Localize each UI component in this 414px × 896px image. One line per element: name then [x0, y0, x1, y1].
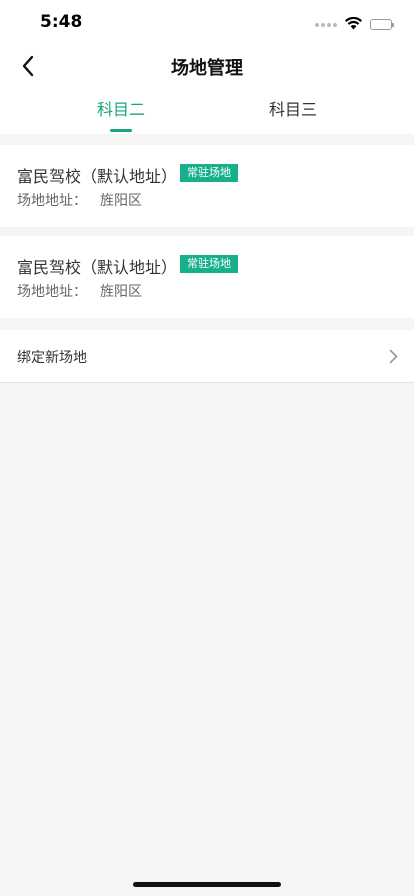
- active-tab-indicator: [110, 129, 132, 132]
- venue-card[interactable]: 富民驾校（默认地址） 常驻场地 场地地址： 旌阳区: [0, 236, 414, 318]
- header-area: 5:48 场地管理 科目二 科目三: [0, 0, 414, 134]
- home-indicator: [133, 882, 281, 887]
- bind-new-venue-row[interactable]: 绑定新场地: [0, 330, 414, 383]
- status-badge: 常驻场地: [180, 164, 238, 182]
- status-icons: [315, 15, 394, 34]
- cellular-signal-icon: [315, 22, 337, 27]
- venue-name: 富民驾校（默认地址）: [17, 167, 178, 186]
- page-title: 场地管理: [171, 58, 243, 79]
- venue-address: 旌阳区: [100, 284, 142, 300]
- subject-tabs: 科目二 科目三: [0, 96, 414, 134]
- wifi-icon: [345, 15, 362, 34]
- venue-address-label: 场地地址：: [17, 193, 87, 209]
- status-time: 5:48: [40, 12, 83, 32]
- venue-name: 富民驾校（默认地址）: [17, 258, 178, 277]
- status-badge: 常驻场地: [180, 255, 238, 273]
- tab-subject-two[interactable]: 科目二: [97, 96, 145, 120]
- bind-new-venue-label: 绑定新场地: [17, 350, 87, 366]
- battery-icon: [370, 19, 394, 30]
- chevron-right-icon: [389, 349, 398, 364]
- venue-address: 旌阳区: [100, 193, 142, 209]
- venue-address-label: 场地地址：: [17, 284, 87, 300]
- venue-card[interactable]: 富民驾校（默认地址） 常驻场地 场地地址： 旌阳区: [0, 145, 414, 227]
- tab-subject-three[interactable]: 科目三: [269, 96, 317, 120]
- status-bar: 5:48: [0, 0, 414, 44]
- navigation-bar: 场地管理: [0, 44, 414, 88]
